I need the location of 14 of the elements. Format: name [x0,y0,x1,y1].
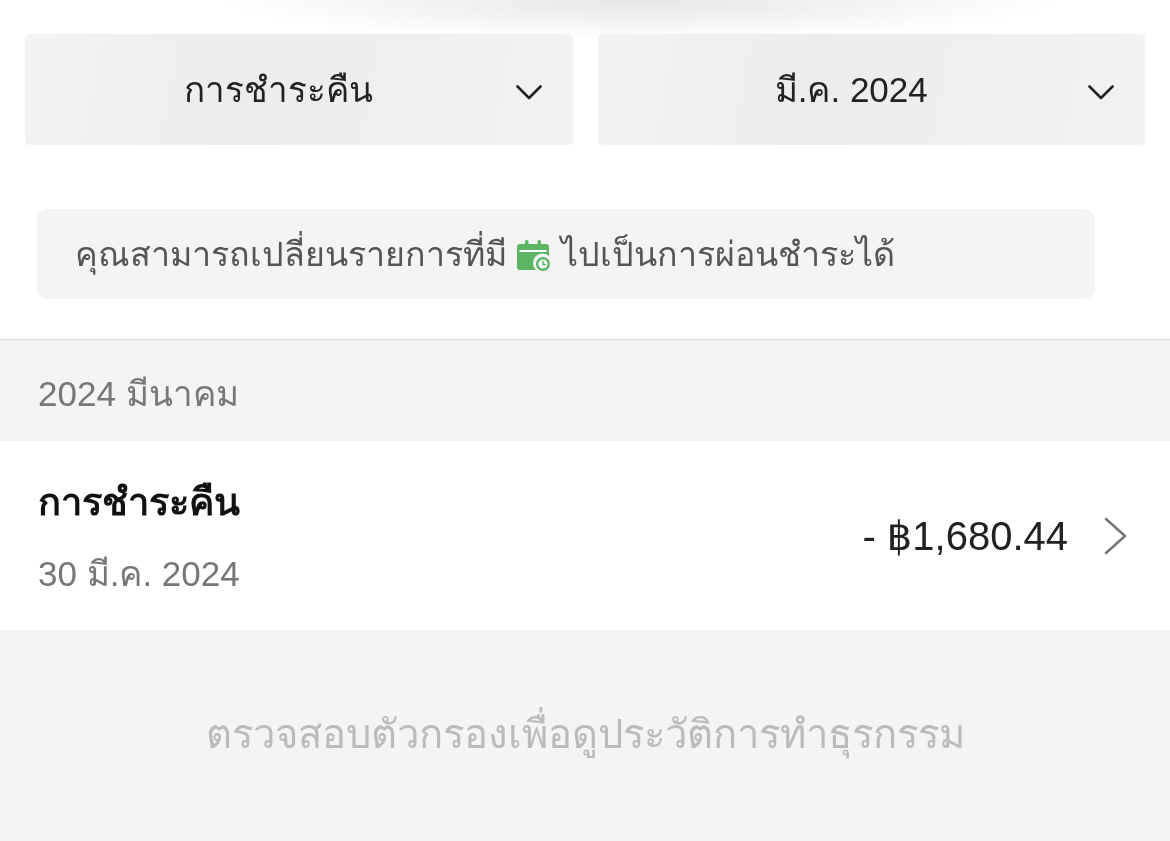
empty-hint: ตรวจสอบตัวกรองเพื่อดูประวัติการทำธุรกรรม [205,704,965,764]
transaction-row[interactable]: การชำระคืน 30 มี.ค. 2024 - ฿1,680.44 [0,441,1170,630]
month-label: 2024 มีนาคม [38,373,239,415]
chevron-right-icon [1104,516,1128,555]
transaction-title: การชำระคืน [38,479,240,525]
filter-dropdown[interactable]: การชำระคืน [25,34,573,145]
info-text: คุณสามารถเปลี่ยนรายการที่มี [75,227,507,281]
transaction-amount: - ฿1,680.44 [862,512,1068,559]
filter-dropdown[interactable]: มี.ค. 2024 [597,34,1145,145]
chevron-down-icon [1088,84,1114,100]
chevron-down-icon [515,84,542,100]
transaction-date: 30 มี.ค. 2024 [38,552,240,595]
info-text: ไปเป็นการผ่อนชำระได้ [561,233,895,275]
calendar-clock-icon [517,240,551,272]
